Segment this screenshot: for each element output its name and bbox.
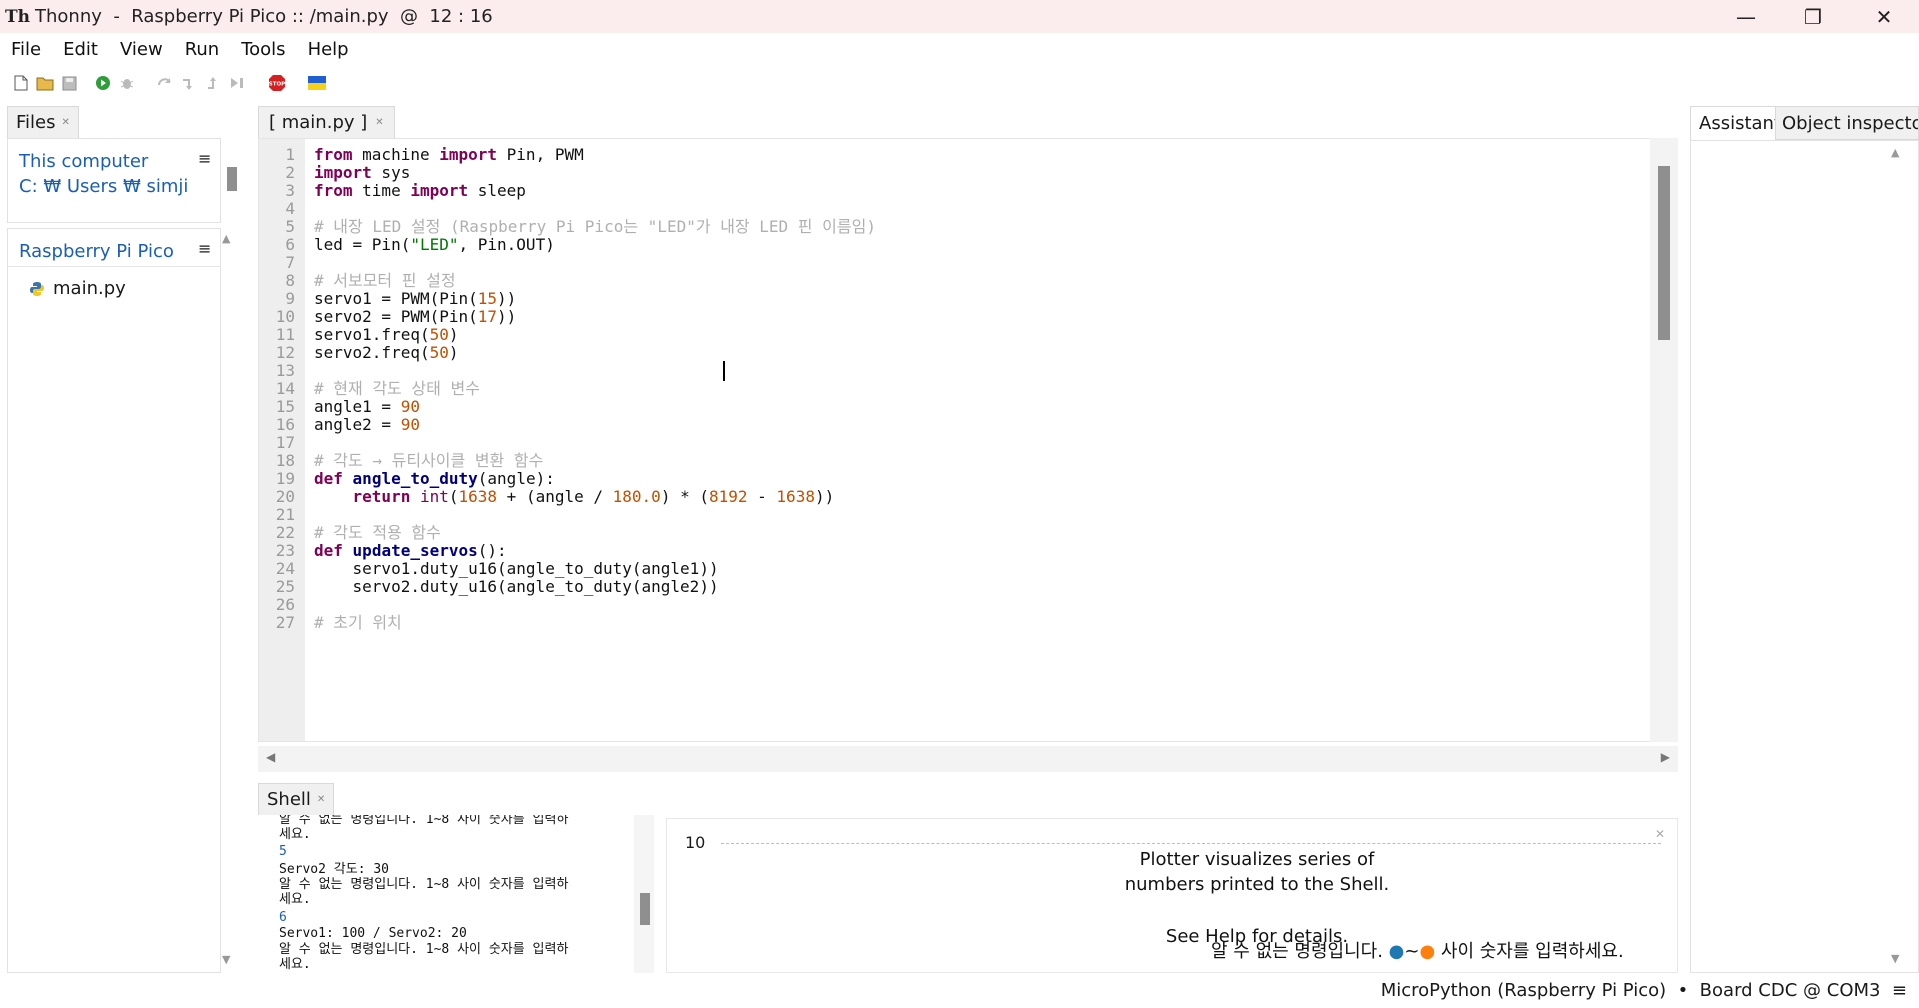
legend-dot-orange: ●: [1419, 941, 1436, 962]
menu-tools[interactable]: Tools: [230, 39, 296, 60]
resume-icon[interactable]: [228, 74, 246, 92]
line-number: 27: [275, 613, 295, 632]
run-icon[interactable]: [94, 74, 112, 92]
close-icon[interactable]: ✕: [1655, 827, 1665, 841]
interpreter-status[interactable]: MicroPython (Raspberry Pi Pico) • Board …: [1381, 980, 1907, 1001]
editor-tab-main-py[interactable]: [ main.py ] ✕: [258, 106, 395, 138]
shell-output[interactable]: 알 수 없는 명령입니다. 1~8 사이 숫자를 입력하 세요. 5 Servo2 각…: [258, 815, 634, 973]
ukraine-flag-icon[interactable]: [308, 74, 326, 92]
open-file-icon[interactable]: [36, 74, 54, 92]
menu-run[interactable]: Run: [174, 39, 231, 60]
step-over-icon[interactable]: [156, 74, 174, 92]
legend-dot-blue: ●: [1388, 941, 1405, 962]
files-tab[interactable]: Files ✕: [7, 106, 79, 138]
python-file-icon: [29, 281, 45, 297]
divider: [8, 266, 220, 267]
scroll-up-icon[interactable]: ▲: [1891, 146, 1899, 159]
plotter[interactable]: 10 ✕ Plotter visualizes series of number…: [666, 818, 1678, 973]
tab-object-inspector[interactable]: Object inspector: [1775, 106, 1919, 140]
step-into-icon[interactable]: [180, 74, 198, 92]
shell-line: 세요.: [279, 957, 311, 972]
editor-horizontal-scrollbar[interactable]: ◀ ▶: [258, 746, 1678, 772]
menu-file[interactable]: File: [0, 39, 52, 60]
title-bar: Th Thonny - Raspberry Pi Pico :: /main.p…: [0, 0, 1919, 33]
device-menu-icon[interactable]: ≡: [198, 239, 211, 258]
assistant-scrollbar[interactable]: ▲ ▼: [1882, 140, 1910, 973]
device-section: Raspberry Pi Pico ≡ main.py: [7, 228, 221, 973]
scroll-down-icon[interactable]: ▼: [1891, 952, 1899, 965]
editor-tab-label: [ main.py ]: [269, 112, 368, 133]
plotter-message-line2: numbers printed to the Shell.: [1124, 874, 1390, 895]
device-link[interactable]: Raspberry Pi Pico: [19, 241, 174, 262]
code-line: 27 # 초기 위치: [259, 612, 1677, 634]
shell-tab-label: Shell: [267, 789, 311, 810]
debug-icon[interactable]: [118, 74, 136, 92]
inspector-tab-label: Object inspector: [1782, 112, 1919, 134]
stop-icon-label: STOP: [269, 82, 285, 88]
thonny-logo-icon: Th: [5, 6, 31, 27]
maximize-button[interactable]: ❐: [1778, 0, 1848, 33]
shell-tab[interactable]: Shell ✕: [258, 783, 335, 815]
editor-vertical-scrollbar[interactable]: [1650, 138, 1678, 742]
text-cursor: [723, 361, 725, 381]
code-token: # 초기 위치: [314, 613, 402, 632]
this-computer-link[interactable]: This computer: [19, 151, 148, 172]
shell-line: 5: [279, 844, 287, 859]
file-item-main-py[interactable]: main.py: [29, 278, 126, 299]
minimize-button[interactable]: —: [1711, 0, 1781, 33]
plotter-grid-line: [721, 843, 1661, 844]
local-path-link[interactable]: C: ₩ Users ₩ simji: [19, 176, 188, 197]
assistant-tab-label: Assistant: [1699, 113, 1782, 134]
files-scroll-down-icon[interactable]: ▼: [222, 953, 230, 966]
plotter-y-tick: 10: [685, 833, 706, 852]
menu-edit[interactable]: Edit: [52, 39, 109, 60]
shell-line: 6: [279, 910, 287, 925]
shell-line: 알 수 없는 명령입니다. 1~8 사이 숫자를 입력하: [279, 942, 569, 957]
plotter-message-line1: Plotter visualizes series of: [1139, 849, 1375, 870]
menu-help[interactable]: Help: [297, 39, 360, 60]
scroll-left-icon[interactable]: ◀: [266, 750, 275, 764]
code-editor[interactable]: 1 from machine import Pin, PWM 2 import sys…: [258, 138, 1678, 742]
toolbar: STOP: [0, 65, 1919, 101]
status-bar: MicroPython (Raspberry Pi Pico) • Board …: [0, 978, 1919, 1008]
shell-line: 알 수 없는 명령입니다. 1~8 사이 숫자를 입력하: [279, 815, 569, 827]
shell-scrollbar[interactable]: [634, 815, 654, 973]
local-menu-icon[interactable]: ≡: [198, 149, 211, 168]
new-file-icon[interactable]: [12, 74, 30, 92]
close-button[interactable]: ✕: [1849, 0, 1919, 33]
this-computer-section: This computer C: ₩ Users ₩ simji ≡: [7, 138, 221, 223]
scroll-right-icon[interactable]: ▶: [1661, 750, 1670, 764]
stop-icon[interactable]: STOP: [268, 74, 286, 92]
menu-bar: File Edit View Run Tools Help: [0, 33, 1919, 65]
plotter-legend-text: 알 수 없는 명령입니다. ●~● 사이 숫자를 입력하세요.: [1211, 941, 1624, 962]
shell-scroll-thumb[interactable]: [640, 893, 650, 925]
close-icon[interactable]: ✕: [62, 117, 70, 128]
shell-line: Servo1: 100 / Servo2: 20: [279, 926, 467, 941]
shell-line: 알 수 없는 명령입니다. 1~8 사이 숫자를 입력하: [279, 877, 569, 892]
shell-line: 세요.: [279, 827, 311, 842]
save-icon[interactable]: [60, 74, 78, 92]
editor-scroll-thumb[interactable]: [1658, 166, 1670, 340]
files-scroll-up-icon[interactable]: ▲: [222, 232, 230, 245]
close-icon[interactable]: ✕: [375, 117, 383, 128]
close-icon[interactable]: ✕: [317, 794, 325, 805]
shell-line: 세요.: [279, 892, 311, 907]
step-out-icon[interactable]: [204, 74, 222, 92]
files-tab-label: Files: [16, 112, 56, 133]
files-scrollbar-thumb[interactable]: [227, 167, 237, 191]
menu-view[interactable]: View: [109, 39, 174, 60]
file-name: main.py: [53, 278, 126, 299]
code-text: # 초기 위치: [314, 612, 402, 634]
window-title: Thonny - Raspberry Pi Pico :: /main.py @…: [35, 6, 493, 27]
